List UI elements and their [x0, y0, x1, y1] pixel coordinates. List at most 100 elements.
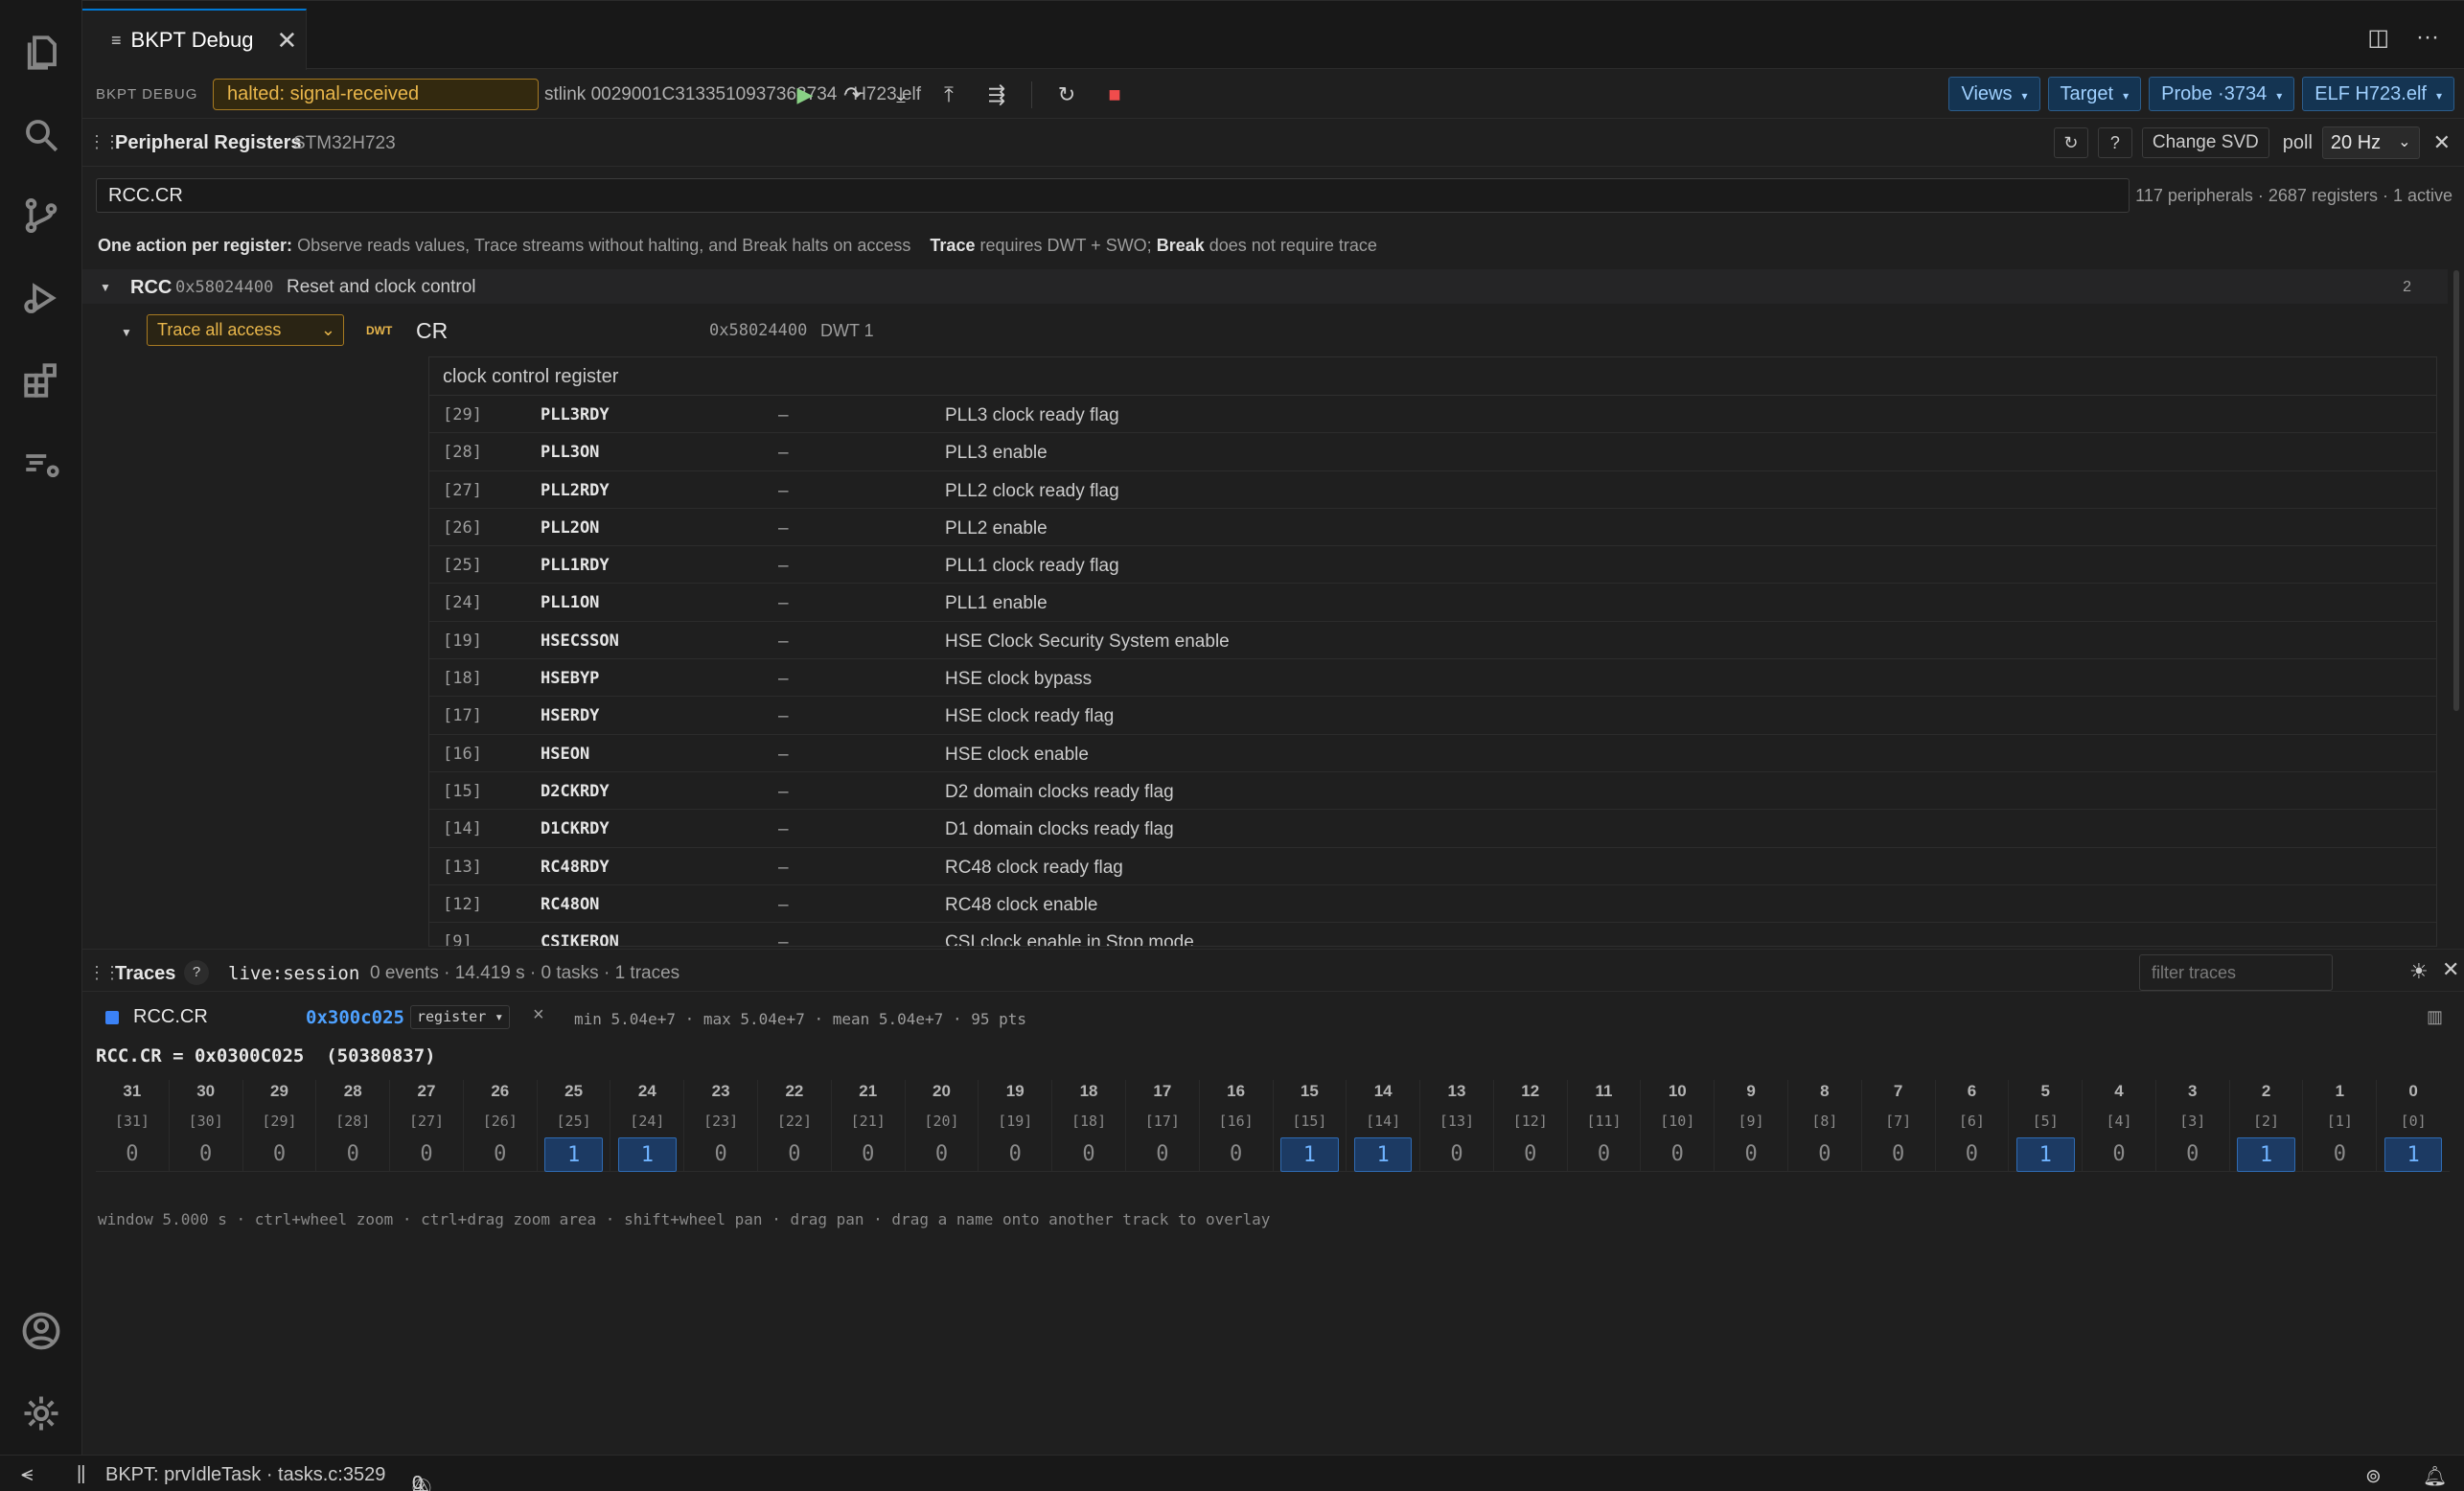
field-row[interactable]: [27] PLL2RDY – PLL2 clock ready flag	[429, 471, 2436, 509]
bit-value[interactable]: 0	[398, 1137, 456, 1172]
chart-icon[interactable]: ▥	[2427, 1007, 2443, 1027]
status-badge: halted: signal-received	[213, 79, 539, 110]
change-svd-button[interactable]: Change SVD	[2141, 127, 2269, 158]
views-button[interactable]: Views ▾	[1948, 77, 2040, 111]
bit-value[interactable]: 1	[544, 1137, 603, 1172]
bit-value[interactable]: 0	[1134, 1137, 1192, 1172]
trace-stats: 0 events · 14.419 s · 0 tasks · 1 traces	[370, 963, 680, 983]
field-row[interactable]: [14] D1CKRDY – D1 domain clocks ready flag	[429, 810, 2436, 848]
field-name: D1CKRDY	[541, 819, 610, 839]
source-control-icon[interactable]	[17, 192, 65, 240]
bit-value[interactable]: 0	[986, 1137, 1045, 1172]
register-action-select[interactable]: Trace all access ⌄	[147, 314, 344, 346]
help-button[interactable]: ?	[2097, 127, 2132, 158]
field-row[interactable]: [12] RC48ON – RC48 clock enable	[429, 885, 2436, 924]
close-icon[interactable]: ✕	[277, 26, 298, 56]
bit-value[interactable]: 0	[1060, 1137, 1118, 1172]
restart-icon[interactable]: ↻	[1053, 82, 1080, 107]
probe-button[interactable]: Probe ·3734 ▾	[2149, 77, 2295, 111]
bit-value[interactable]: 0	[1207, 1137, 1265, 1172]
series-type-select[interactable]: register ▾	[410, 1005, 511, 1029]
field-row[interactable]: [13] RC48RDY – RC48 clock ready flag	[429, 848, 2436, 885]
bit-value[interactable]: 0	[1796, 1137, 1854, 1172]
copilot-icon[interactable]: ⊚	[2365, 1464, 2382, 1488]
bit-value[interactable]: 1	[618, 1137, 677, 1172]
run-debug-icon[interactable]	[17, 274, 65, 322]
split-editor-icon[interactable]: ◫	[2367, 24, 2389, 52]
field-row[interactable]: [29] PLL3RDY – PLL3 clock ready flag	[429, 396, 2436, 434]
series-name[interactable]: RCC.CR	[133, 1006, 208, 1028]
brightness-icon[interactable]: ☀	[2409, 959, 2429, 984]
remote-icon[interactable]: ⪪	[21, 1461, 33, 1486]
field-row[interactable]: [24] PLL1ON – PLL1 enable	[429, 584, 2436, 622]
bit-value[interactable]: 0	[1501, 1137, 1559, 1172]
bit-value[interactable]: 0	[324, 1137, 382, 1172]
bit-value[interactable]: 0	[250, 1137, 309, 1172]
field-row[interactable]: [16] HSEON – HSE clock enable	[429, 735, 2436, 772]
bit-value[interactable]: 0	[766, 1137, 824, 1172]
field-row[interactable]: [17] HSERDY – HSE clock ready flag	[429, 697, 2436, 735]
field-row[interactable]: [18] HSEBYP – HSE clock bypass	[429, 659, 2436, 698]
field-value: –	[778, 819, 789, 840]
peripheral-group-rcc[interactable]: ▼ RCC 0x58024400 Reset and clock control…	[82, 269, 2448, 304]
chevron-down-icon[interactable]: ▼	[100, 281, 111, 294]
field-row[interactable]: [26] PLL2ON – PLL2 enable	[429, 509, 2436, 547]
bit-value[interactable]: 0	[1575, 1137, 1633, 1172]
tab-bkpt-debug[interactable]: ≡ BKPT Debug ✕	[82, 9, 307, 70]
bit-value[interactable]: 0	[2311, 1137, 2369, 1172]
extensions-icon[interactable]	[17, 356, 65, 404]
remove-series-icon[interactable]: ×	[533, 1004, 544, 1026]
bit-value[interactable]: 1	[2383, 1137, 2443, 1172]
help-icon[interactable]: ?	[184, 960, 209, 985]
bit-value[interactable]: 0	[104, 1137, 162, 1172]
field-row[interactable]: [9] CSIKERON – CSI clock enable in Stop mod…	[429, 923, 2436, 946]
register-search-input[interactable]: RCC.CR	[96, 178, 2130, 213]
bit-value[interactable]: 0	[471, 1137, 529, 1172]
run-to-cursor-icon[interactable]: ⇶	[983, 82, 1010, 107]
close-icon[interactable]: ✕	[2433, 130, 2451, 155]
refresh-button[interactable]: ↻	[2053, 127, 2088, 158]
bell-icon[interactable]: 🔔︎	[2423, 1464, 2447, 1488]
poll-rate-select[interactable]: 20 Hz ⌄	[2321, 126, 2420, 159]
elf-button[interactable]: ELF H723.elf ▾	[2302, 77, 2454, 111]
bkpt-icon[interactable]	[17, 439, 65, 487]
bit-value[interactable]: 0	[176, 1137, 235, 1172]
filter-traces-input[interactable]: filter traces	[2139, 954, 2333, 991]
bit-number: 30	[196, 1082, 216, 1100]
debug-task-status[interactable]: BKPT: prvIdleTask · tasks.c:3529	[105, 1464, 385, 1486]
bit-value[interactable]: 0	[1428, 1137, 1486, 1172]
bit-value[interactable]: 0	[1869, 1137, 1927, 1172]
bit-value[interactable]: 0	[1943, 1137, 2001, 1172]
bit-value[interactable]: 1	[1353, 1137, 1413, 1172]
search-icon[interactable]	[17, 111, 65, 159]
step-into-icon[interactable]: ⤓	[887, 82, 914, 107]
field-row[interactable]: [15] D2CKRDY – D2 domain clocks ready flag	[429, 772, 2436, 811]
stop-icon[interactable]: ■	[1101, 82, 1128, 107]
bit-value[interactable]: 0	[839, 1137, 897, 1172]
more-actions-icon[interactable]: ···	[2416, 24, 2439, 52]
scrollbar[interactable]	[2453, 270, 2459, 711]
field-row[interactable]: [28] PLL3ON – PLL3 enable	[429, 433, 2436, 471]
gear-icon[interactable]	[17, 1389, 65, 1437]
bit-value[interactable]: 0	[912, 1137, 971, 1172]
close-icon[interactable]: ✕	[2442, 957, 2459, 982]
bit-value[interactable]: 1	[1280, 1137, 1339, 1172]
trace-series-row[interactable]: RCC.CR 0x300c025 register ▾ × min 5.04e+…	[82, 1003, 2464, 1032]
bit-value[interactable]: 0	[1648, 1137, 1707, 1172]
bit-value[interactable]: 1	[2237, 1137, 2295, 1172]
bit-value[interactable]: 0	[2090, 1137, 2149, 1172]
bit-value[interactable]: 0	[692, 1137, 750, 1172]
bit-value[interactable]: 1	[2015, 1137, 2075, 1172]
chevron-down-icon[interactable]: ▼	[121, 326, 132, 339]
target-button[interactable]: Target ▾	[2047, 77, 2142, 111]
field-row[interactable]: [19] HSECSSON – HSE Clock Security System e…	[429, 622, 2436, 660]
account-icon[interactable]	[17, 1307, 65, 1355]
field-row[interactable]: [25] PLL1RDY – PLL1 clock ready flag	[429, 546, 2436, 585]
step-out-icon[interactable]: ⤒	[935, 82, 962, 107]
continue-icon[interactable]: ▶	[792, 82, 818, 107]
dwt-tag: DWT	[366, 324, 393, 337]
bit-value[interactable]: 0	[1722, 1137, 1781, 1172]
step-over-icon[interactable]: ↷	[840, 82, 866, 107]
explorer-icon[interactable]	[17, 29, 65, 77]
bit-value[interactable]: 0	[2163, 1137, 2222, 1172]
